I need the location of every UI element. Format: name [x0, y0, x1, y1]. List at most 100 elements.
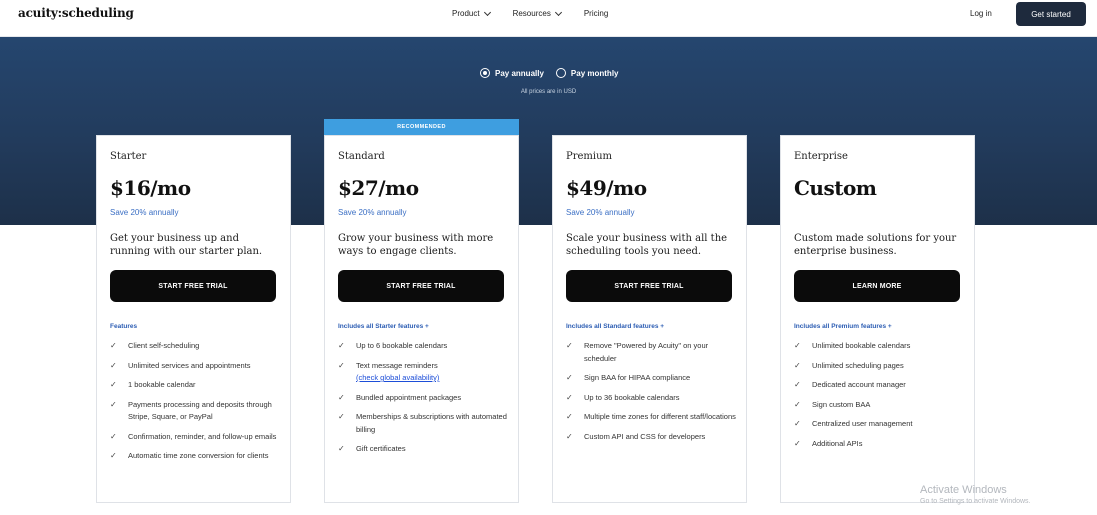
watermark-title: Activate Windows	[920, 484, 1007, 496]
top-navigation: acuity:scheduling Product Resources Pric…	[0, 0, 1097, 37]
plan-description: Scale your business with all the schedul…	[566, 233, 728, 257]
check-icon: ✓	[110, 431, 117, 441]
check-icon: ✓	[110, 360, 117, 370]
list-item: ✓ Up to 36 bookable calendars	[566, 392, 741, 405]
features-heading: Features	[110, 323, 138, 330]
list-item: ✓ 1 bookable calendar	[110, 379, 285, 392]
plan-savings: Save 20% annually	[338, 208, 407, 217]
chevron-down-icon	[554, 8, 562, 16]
list-item: ✓ Multiple time zones for different staff…	[566, 411, 741, 424]
start-free-trial-button[interactable]: START FREE TRIAL	[110, 270, 276, 302]
check-icon: ✓	[566, 392, 573, 402]
nav-pricing-label: Pricing	[583, 9, 609, 18]
list-item: ✓ Sign custom BAA	[794, 399, 969, 412]
list-item: ✓ Memberships & subscriptions with automa…	[338, 411, 513, 436]
plan-savings: Save 20% annually	[566, 208, 635, 217]
check-icon: ✓	[794, 341, 801, 350]
plan-description: Get your business up and running with ou…	[110, 233, 263, 257]
get-started-button[interactable]: Get started	[1016, 2, 1086, 26]
list-item: ✓ Dedicated account manager	[794, 379, 969, 392]
login-link[interactable]: Log in	[970, 9, 992, 18]
check-global-availability-link[interactable]: (check global availability)	[356, 373, 439, 382]
features-heading: Includes all Standard features +	[566, 323, 665, 330]
pay-annually-label: Pay annually	[495, 68, 544, 78]
nav-product[interactable]: Product	[452, 8, 491, 18]
check-icon: ✓	[794, 438, 801, 448]
check-icon: ✓	[110, 451, 117, 460]
feature-list: ✓ Remove "Powered by Acuity" on your sche…	[566, 340, 741, 450]
plan-name: Enterprise	[794, 151, 848, 162]
check-icon: ✓	[110, 341, 117, 350]
check-icon: ✓	[338, 392, 345, 402]
plan-price: $16/mo	[110, 176, 191, 200]
plan-card-premium: Premium $49/mo Save 20% annually Scale y…	[552, 135, 747, 503]
plan-price: $49/mo	[566, 176, 647, 200]
plan-description: Custom made solutions for your enterpris…	[794, 233, 957, 257]
acuity-logo[interactable]: acuity:scheduling	[18, 6, 134, 20]
main-nav: Product Resources Pricing	[452, 8, 631, 18]
list-item: ✓ Gift certificates	[338, 443, 513, 456]
plan-card-standard: Standard $27/mo Save 20% annually Grow y…	[324, 135, 519, 503]
plan-name: Premium	[566, 151, 613, 162]
check-icon: ✓	[110, 380, 117, 389]
start-free-trial-button[interactable]: START FREE TRIAL	[338, 270, 504, 302]
check-icon: ✓	[338, 341, 345, 350]
currency-note: All prices are in USD	[520, 89, 577, 95]
check-icon: ✓	[338, 412, 345, 421]
check-icon: ✓	[110, 399, 117, 409]
check-icon: ✓	[566, 431, 573, 441]
windows-activation-watermark: Activate Windows Go to Settings to activ…	[920, 484, 1031, 505]
list-item: ✓ Additional APIs	[794, 438, 969, 451]
check-icon: ✓	[794, 360, 801, 370]
check-icon: ✓	[566, 341, 573, 350]
pay-monthly-label: Pay monthly	[570, 68, 619, 78]
plan-savings: Save 20% annually	[110, 208, 179, 217]
list-item: ✓ Confirmation, reminder, and follow-up e…	[110, 431, 285, 444]
recommended-badge: RECOMMENDED	[324, 119, 519, 135]
list-item: ✓ Automatic time zone conversion for clie…	[110, 450, 285, 463]
nav-resources-label: Resources	[512, 9, 551, 18]
list-item: ✓ Text message reminders (check global ava…	[338, 360, 513, 385]
pay-monthly-option[interactable]: Pay monthly	[555, 68, 619, 78]
plan-name: Starter	[110, 151, 147, 162]
billing-toggle: Pay annually Pay monthly	[480, 68, 631, 78]
list-item: ✓ Centralized user management	[794, 418, 969, 431]
list-item: ✓ Sign BAA for HIPAA compliance	[566, 372, 741, 385]
nav-product-label: Product	[452, 9, 480, 18]
plan-card-enterprise: Enterprise Custom Custom made solutions …	[780, 135, 975, 503]
feature-list: ✓ Unlimited bookable calendars ✓ Unlimited…	[794, 340, 969, 457]
list-item: ✓ Unlimited services and appointments	[110, 360, 285, 373]
chevron-down-icon	[483, 8, 491, 16]
list-item: ✓ Remove "Powered by Acuity" on your sche…	[566, 340, 741, 365]
check-icon: ✓	[794, 380, 801, 389]
start-free-trial-button[interactable]: START FREE TRIAL	[566, 270, 732, 302]
features-heading: Includes all Starter features +	[338, 323, 429, 330]
nav-resources[interactable]: Resources	[512, 8, 562, 18]
watermark-subtitle: Go to Settings to activate Windows.	[920, 498, 1031, 505]
plan-card-starter: Starter $16/mo Save 20% annually Get you…	[96, 135, 291, 503]
plan-price: Custom	[794, 176, 877, 200]
check-icon: ✓	[338, 444, 345, 453]
features-heading: Includes all Premium features +	[794, 323, 892, 330]
list-item: ✓ Bundled appointment packages	[338, 392, 513, 405]
list-item: ✓ Payments processing and deposits throug…	[110, 399, 285, 424]
plan-price: $27/mo	[338, 176, 419, 200]
check-icon: ✓	[338, 360, 345, 370]
list-item: ✓ Client self-scheduling	[110, 340, 285, 353]
nav-pricing[interactable]: Pricing	[584, 9, 608, 18]
learn-more-button[interactable]: LEARN MORE	[794, 270, 960, 302]
pay-annually-option[interactable]: Pay annually	[480, 68, 544, 78]
check-icon: ✓	[794, 419, 801, 428]
radio-unselected-icon[interactable]	[555, 68, 566, 78]
list-item: ✓ Unlimited bookable calendars	[794, 340, 969, 353]
feature-list: ✓ Client self-scheduling ✓ Unlimited servi…	[110, 340, 285, 470]
feature-list: ✓ Up to 6 bookable calendars ✓ Text messag…	[338, 340, 513, 463]
plan-name: Standard	[338, 151, 385, 162]
list-item: ✓ Up to 6 bookable calendars	[338, 340, 513, 353]
check-icon: ✓	[566, 412, 573, 421]
check-icon: ✓	[566, 373, 573, 382]
radio-selected-icon[interactable]	[480, 68, 490, 78]
check-icon: ✓	[794, 399, 801, 409]
plan-description: Grow your business with more ways to eng…	[338, 233, 494, 257]
list-item: ✓ Custom API and CSS for developers	[566, 431, 741, 444]
